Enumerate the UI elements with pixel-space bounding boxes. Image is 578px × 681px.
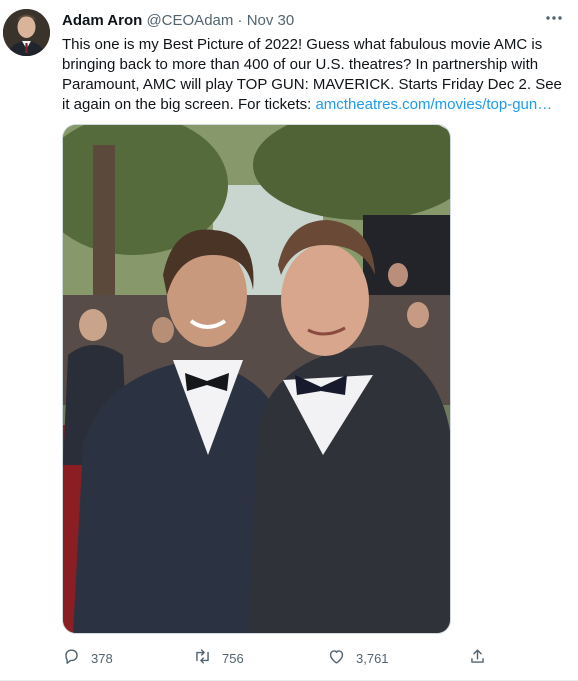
retweet-button[interactable]: 756 <box>193 646 244 670</box>
more-horizontal-icon[interactable] <box>542 8 566 28</box>
author-handle[interactable]: @CEOAdam <box>146 12 233 29</box>
reply-button[interactable]: 378 <box>62 646 113 670</box>
tweet-header: Adam Aron @CEOAdam · Nov 30 <box>62 11 294 31</box>
separator-dot: · <box>237 12 243 29</box>
avatar[interactable] <box>3 9 50 56</box>
reply-count: 378 <box>91 650 113 666</box>
timestamp[interactable]: Nov 30 <box>247 12 295 29</box>
tweet-actions: 378 756 3,761 <box>62 646 492 670</box>
reply-icon <box>62 647 91 669</box>
author-name[interactable]: Adam Aron <box>62 12 142 29</box>
tweet-text: This one is my Best Picture of 2022! Gue… <box>62 35 562 115</box>
tweet[interactable]: Adam Aron @CEOAdam · Nov 30 This one is … <box>0 0 578 681</box>
tweet-photo[interactable] <box>62 124 451 634</box>
share-button[interactable] <box>468 646 497 670</box>
like-button[interactable]: 3,761 <box>327 646 389 670</box>
heart-icon <box>327 647 356 669</box>
like-count: 3,761 <box>356 650 389 666</box>
share-icon <box>468 647 497 669</box>
tweet-link[interactable]: amctheatres.com/movies/top-gun… <box>315 96 552 113</box>
retweet-icon <box>193 647 222 669</box>
retweet-count: 756 <box>222 650 244 666</box>
